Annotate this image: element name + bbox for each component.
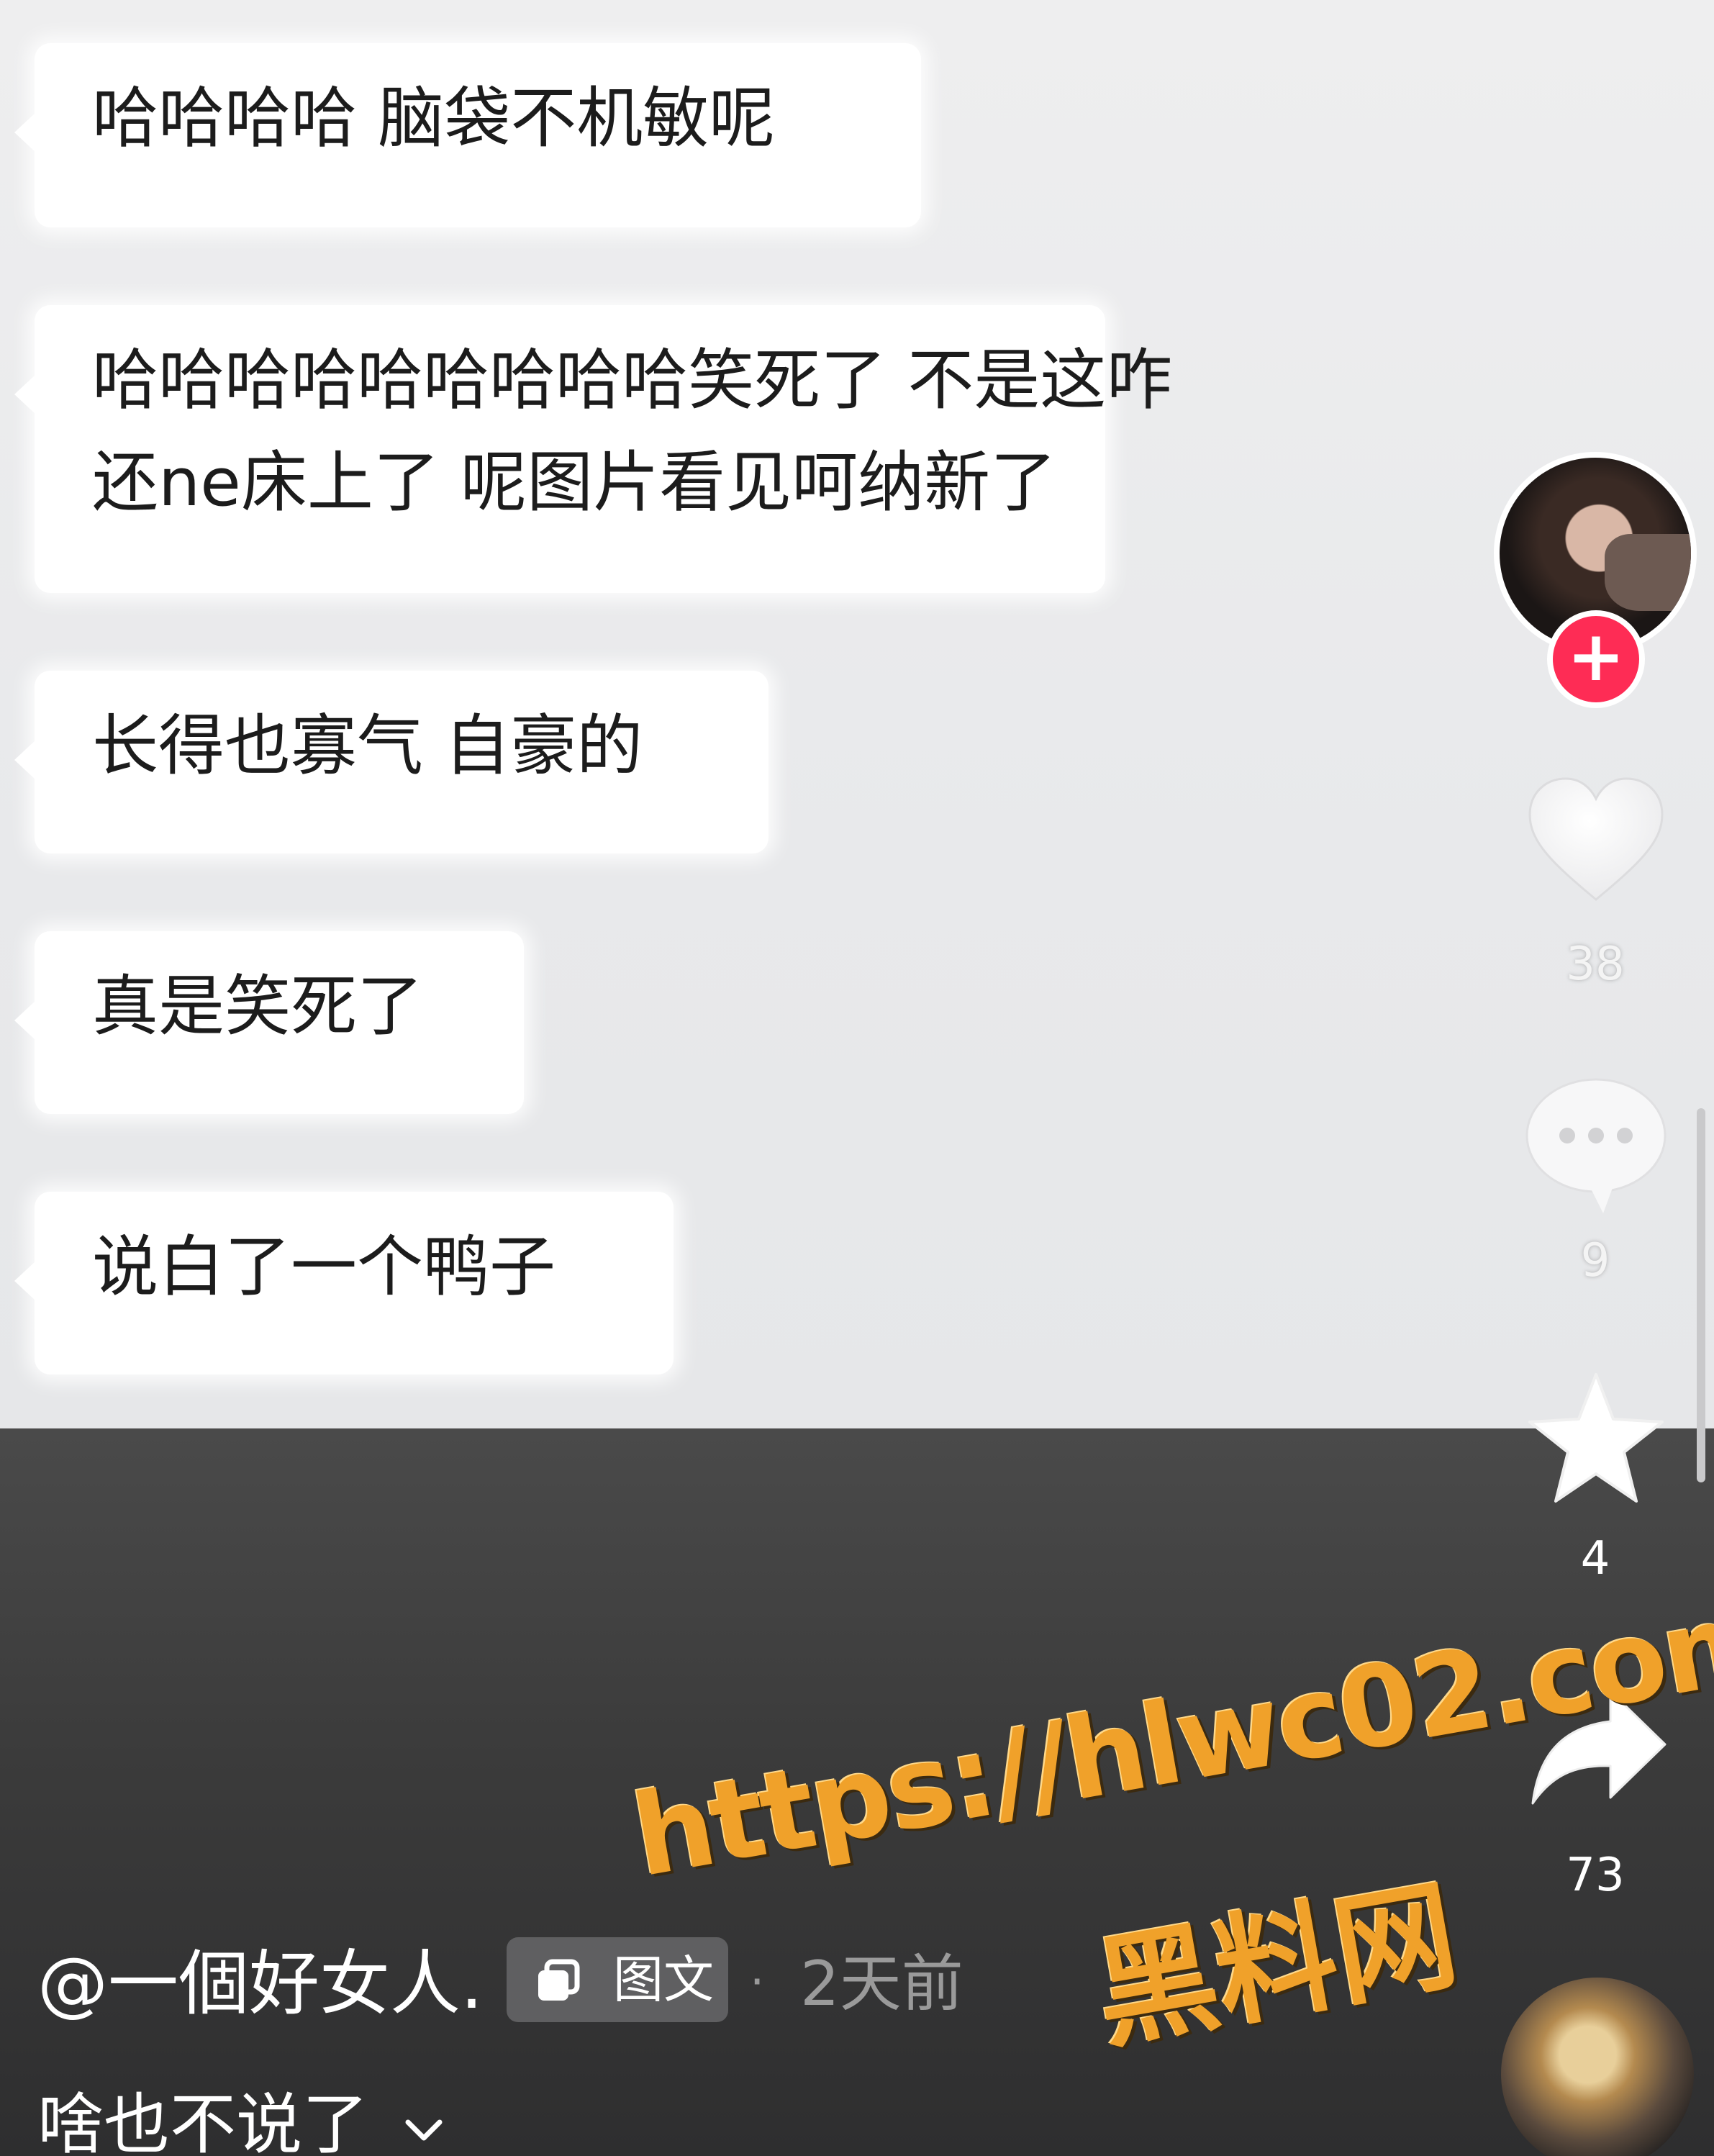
- separator-dot: ·: [750, 1956, 765, 2009]
- star-icon: [1528, 1373, 1664, 1503]
- chat-text: 哈哈哈哈哈哈哈哈哈笑死了 不是这咋: [92, 342, 1173, 419]
- chat-text: 长得也寡气 自豪的: [92, 707, 643, 784]
- chat-text: 哈哈哈哈 脑袋不机敏呢: [92, 80, 776, 157]
- plus-icon: +: [1566, 616, 1625, 697]
- like-button[interactable]: [1524, 770, 1668, 914]
- post-caption[interactable]: 啥也不说了: [37, 2078, 444, 2156]
- author-username[interactable]: @一個好女人.: [37, 1937, 483, 2031]
- chevron-down-icon[interactable]: [404, 2115, 444, 2144]
- chat-bubble: 哈哈哈哈 脑袋不机敏呢: [14, 43, 921, 227]
- chat-bubble: 哈哈哈哈哈哈哈哈哈笑死了 不是这咋 还ne床上了 呢图片看见呵纳新了: [14, 305, 1173, 593]
- image-text-icon: [538, 1959, 580, 2001]
- comment-count: 9: [1580, 1234, 1610, 1287]
- comment-icon: [1525, 1078, 1667, 1213]
- favorite-button[interactable]: [1524, 1367, 1668, 1511]
- chat-text: 还ne床上了 呢图片看见呵纳新了: [92, 444, 1057, 521]
- follow-button[interactable]: +: [1547, 610, 1645, 708]
- favorite-count: 4: [1580, 1532, 1610, 1585]
- chat-text: 说白了一个鸭子: [92, 1228, 556, 1305]
- post-time: 2天前: [800, 1948, 963, 2020]
- post-type-tag: 图文: [507, 1937, 728, 2022]
- scrollbar[interactable]: [1697, 1108, 1705, 1482]
- screen: 哈哈哈哈 脑袋不机敏呢 哈哈哈哈哈哈哈哈哈笑死了 不是这咋 还ne床上了 呢图片…: [0, 0, 1714, 2156]
- chat-bubble: 真是笑死了: [14, 931, 524, 1114]
- comment-button[interactable]: [1524, 1072, 1668, 1216]
- caption-text: 啥也不说了: [37, 2086, 369, 2156]
- post-type-label: 图文: [613, 1950, 714, 2009]
- like-count: 38: [1566, 938, 1625, 991]
- chat-bubble: 说白了一个鸭子: [14, 1192, 674, 1374]
- share-count: 73: [1566, 1849, 1625, 1902]
- heart-icon: [1528, 777, 1664, 901]
- chat-bubble: 长得也寡气 自豪的: [14, 671, 768, 853]
- chat-text: 真是笑死了: [92, 968, 424, 1045]
